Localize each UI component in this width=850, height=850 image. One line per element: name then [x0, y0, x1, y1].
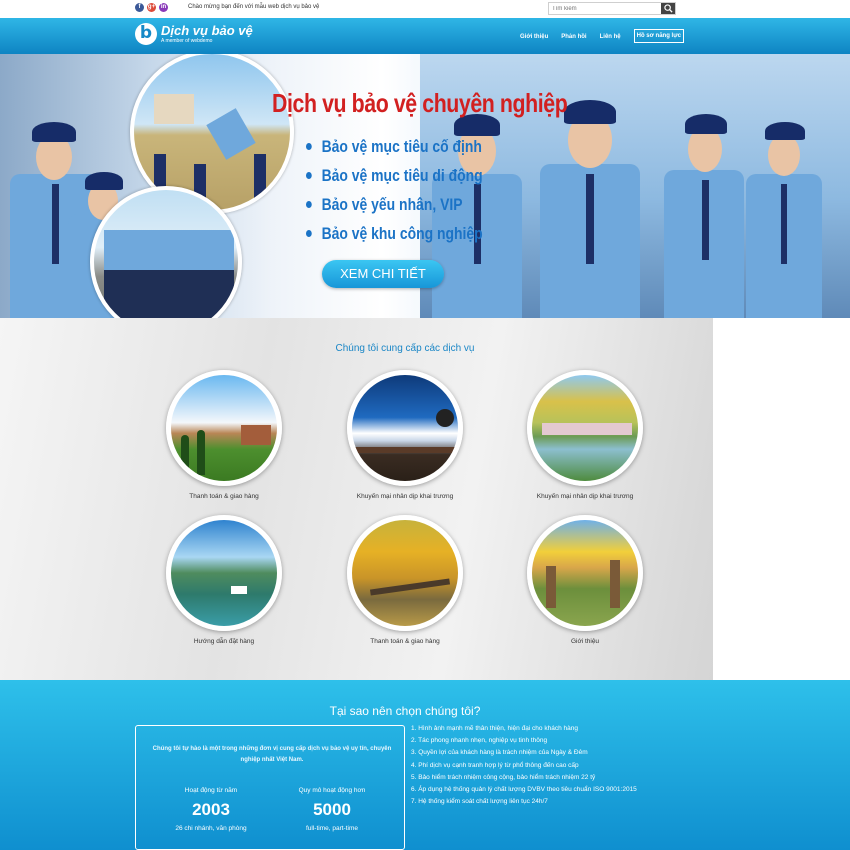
main-nav: Giới thiệu Phản hồi Liên hệ Hồ sơ năng l… — [520, 29, 684, 44]
google-plus-icon[interactable]: g+ — [147, 3, 156, 12]
services-title: Chúng tôi cung cấp các dịch vụ — [335, 343, 475, 354]
service-label: Giới thiệu — [570, 638, 600, 645]
reason-item: 1. Hình ảnh mạnh mẽ thân thiện, hiện đại… — [411, 725, 578, 732]
service-label: Hướng dẫn đặt hàng — [193, 638, 255, 645]
service-image-autumn-park — [527, 515, 643, 631]
search-box — [548, 2, 676, 15]
service-item[interactable]: Thanh toán & giao hàng — [325, 515, 485, 645]
service-label: Khuyến mại nhân dịp khai trương — [536, 493, 634, 500]
service-image-campus — [166, 370, 282, 486]
service-image-halong-bay — [166, 515, 282, 631]
service-item[interactable]: Giới thiệu — [505, 515, 665, 645]
stat-label: Quy mô hoạt động hơn — [298, 787, 366, 794]
nav-contact[interactable]: Liên hệ — [600, 34, 621, 40]
logo-tagline: A member of webdemo — [161, 37, 213, 44]
instagram-icon[interactable]: in — [159, 3, 168, 12]
top-bar: f g+ in Chào mừng bạn đến với mẫu web dị… — [0, 0, 850, 18]
search-button[interactable] — [661, 3, 675, 14]
logo[interactable]: b Dịch vụ bảo vệ A member of webdemo — [135, 23, 253, 45]
reason-item: 6. Áp dụng hệ thống quản lý chất lượng D… — [411, 785, 637, 793]
bullet-icon — [306, 201, 312, 208]
reason-item: 4. Phí dịch vụ cạnh tranh hợp lý từ phổ … — [411, 761, 579, 769]
welcome-text: Chào mừng bạn đến với mẫu web dịch vụ bả… — [188, 4, 320, 10]
reasons-list: 1. Hình ảnh mạnh mẽ thân thiện, hiện đại… — [411, 725, 637, 810]
bullet-icon — [306, 172, 312, 179]
service-label: Khuyến mại nhân dịp khai trương — [356, 493, 454, 500]
hero-service-item: Bảo vệ khu công nghiệp — [306, 219, 483, 248]
hero-service-list: Bảo vệ mục tiêu cố định Bảo vệ mục tiêu … — [306, 132, 521, 248]
hero-service-item: Bảo vệ yếu nhân, VIP — [306, 190, 483, 219]
stat-founded: Hoạt động từ năm 2003 26 chi nhánh, văn … — [151, 787, 271, 832]
reason-item: 3. Quyền lợi của khách hàng là trách nhi… — [411, 749, 588, 757]
reason-item: 7. Hệ thống kiểm soát chất lượng liên tụ… — [411, 798, 548, 806]
stat-sub: 26 chi nhánh, văn phòng — [175, 825, 247, 832]
nav-profile-button[interactable]: Hồ sơ năng lực — [633, 29, 684, 43]
view-details-button[interactable]: XEM CHI TIẾT — [322, 260, 444, 288]
facebook-icon[interactable]: f — [135, 3, 144, 12]
service-label: Thanh toán & giao hàng — [370, 638, 440, 645]
nav-feedback[interactable]: Phản hồi — [561, 34, 586, 40]
service-image-mountain — [347, 370, 463, 486]
logo-mark: b — [135, 23, 157, 45]
company-intro: Chúng tôi tự hào là một trong những đơn … — [152, 746, 392, 763]
search-input[interactable] — [549, 3, 662, 14]
stat-label: Hoạt động từ năm — [184, 787, 238, 794]
header: b Dịch vụ bảo vệ A member of webdemo Giớ… — [0, 18, 850, 54]
reason-item: 5. Bảo hiểm trách nhiệm công cộng, bảo h… — [411, 773, 596, 781]
why-title: Tại sao nên chọn chúng tôi? — [329, 704, 481, 718]
service-item[interactable]: Khuyến mại nhân dịp khai trương — [325, 370, 485, 500]
bullet-icon — [306, 143, 312, 150]
service-image-autumn-lake — [527, 370, 643, 486]
services-side-blank — [713, 318, 850, 680]
reason-item: 2. Tác phong nhanh nhẹn, nghiệp vụ tinh … — [411, 737, 548, 745]
hero-banner: Dịch vụ bảo vệ chuyên nghiệp Bảo vệ mục … — [0, 54, 850, 318]
search-icon — [664, 4, 673, 13]
hero-title: Dịch vụ bảo vệ chuyên nghiệp — [272, 88, 568, 118]
logo-name: Dịch vụ bảo vệ — [161, 22, 253, 38]
social-links: f g+ in — [135, 3, 168, 12]
service-item[interactable]: Hướng dẫn đặt hàng — [144, 515, 304, 645]
hero-service-item: Bảo vệ mục tiêu di động — [306, 161, 483, 190]
service-label: Thanh toán & giao hàng — [189, 493, 259, 500]
hero-service-item: Bảo vệ mục tiêu cố định — [306, 132, 483, 161]
stat-value: 5000 — [313, 800, 351, 819]
service-item[interactable]: Khuyến mại nhân dịp khai trương — [505, 370, 665, 500]
page: f g+ in Chào mừng bạn đến với mẫu web dị… — [0, 0, 850, 850]
service-item[interactable]: Thanh toán & giao hàng — [144, 370, 304, 500]
stat-scale: Quy mô hoạt động hơn 5000 full-time, par… — [272, 787, 392, 832]
stat-value: 2003 — [192, 800, 230, 819]
company-stats-box: Chúng tôi tự hào là một trong những đơn … — [135, 725, 405, 850]
bullet-icon — [306, 230, 312, 237]
stat-sub: full-time, part-time — [305, 825, 358, 832]
nav-about[interactable]: Giới thiệu — [520, 34, 548, 40]
service-image-autumn-path — [347, 515, 463, 631]
